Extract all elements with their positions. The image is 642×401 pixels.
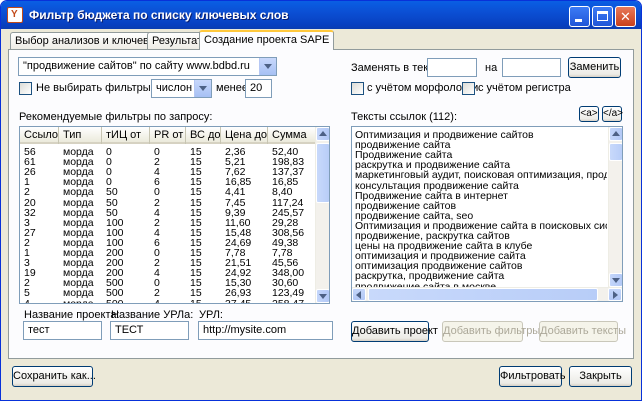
scroll-up-icon[interactable] (609, 127, 622, 141)
scroll-left-icon[interactable] (352, 288, 366, 301)
app-icon: Y (7, 7, 23, 23)
scroll-down-icon[interactable] (316, 289, 329, 303)
no-filters-label: Не выбирать фильтры с (36, 82, 160, 94)
save-as-button[interactable]: Сохранить как... (12, 366, 96, 387)
scroll-right-icon[interactable] (608, 288, 622, 301)
add-filters-button[interactable]: Добавить фильтры (442, 321, 540, 342)
table-cell: 500 (102, 298, 124, 304)
chevron-down-icon[interactable] (194, 80, 211, 97)
replace-from-input[interactable] (427, 58, 477, 77)
maximize-button[interactable] (592, 6, 613, 27)
minimize-icon (575, 19, 582, 22)
replace-button[interactable]: Заменить (568, 57, 621, 78)
minimize-button[interactable] (569, 6, 590, 27)
filters-table[interactable]: Ссылок Тип тИЦ от PR от ВС до Цена до Сумма 56… (19, 126, 330, 304)
case-checkbox[interactable] (462, 82, 475, 95)
chevron-down-icon[interactable] (259, 58, 276, 75)
table-cell: 4 (20, 298, 30, 304)
scroll-thumb[interactable] (316, 143, 329, 203)
url-input[interactable]: http://mysite.com (198, 321, 333, 340)
project-name-input[interactable]: тест (23, 321, 102, 340)
replace-to-label: на (485, 62, 498, 74)
column-header[interactable]: Сумма (268, 127, 316, 144)
scroll-thumb[interactable] (368, 288, 598, 301)
filters-table-header: Ссылок Тип тИЦ от PR от ВС до Цена до Сумма (20, 127, 316, 144)
morphology-checkbox[interactable] (351, 82, 364, 95)
add-texts-button[interactable]: Добавить тексты (539, 321, 626, 342)
add-project-button[interactable]: Добавить проект (351, 321, 438, 342)
project-name-label: Название проекта: (24, 309, 120, 321)
tab-create-sape-project[interactable]: Создание проекта SAPE (199, 30, 335, 50)
tag-close-button[interactable]: </a> (602, 106, 623, 122)
column-header[interactable]: Ссылок (20, 127, 59, 144)
url-name-label: Название УРЛа: (111, 309, 194, 321)
column-header[interactable]: ВС до (186, 127, 221, 144)
close-button[interactable]: Закрыть (569, 366, 632, 387)
maximize-icon (597, 11, 608, 21)
close-window-button[interactable]: ✕ (615, 6, 636, 27)
texts-horizontal-scrollbar[interactable] (352, 287, 622, 301)
filters-vertical-scrollbar[interactable] (315, 127, 329, 303)
less-label: менее (216, 82, 248, 94)
query-select[interactable]: "продвижение сайтов" по сайту www.bdbd.r… (18, 57, 277, 76)
column-header[interactable]: PR от (150, 127, 186, 144)
filter-button[interactable]: Фильтровать (499, 366, 565, 387)
table-row[interactable]: 4 морда 500 4 15 37,45 258,47 (20, 298, 316, 304)
case-label: с учётом регистра (478, 82, 571, 94)
column-header[interactable]: Тип (59, 127, 102, 144)
title-bar[interactable]: Y Фильтр бюджета по списку ключевых слов… (1, 1, 641, 29)
less-value-input[interactable]: 20 (245, 79, 272, 98)
filters-caption: Рекомендуемые фильтры по запросу: (19, 111, 213, 123)
app-window: Y Фильтр бюджета по списку ключевых слов… (0, 0, 642, 401)
metric-select[interactable]: числон ссылок (151, 79, 212, 98)
url-label: УРЛ: (199, 309, 223, 321)
url-name-input[interactable]: ТЕСТ (110, 321, 189, 340)
window-title: Фильтр бюджета по списку ключевых слов (29, 8, 289, 22)
scroll-up-icon[interactable] (316, 127, 329, 141)
table-cell: 37,45 (221, 298, 251, 304)
texts-vertical-scrollbar[interactable] (608, 127, 622, 287)
tag-open-button[interactable]: <a> (579, 106, 599, 122)
query-select-value: "продвижение сайтов" по сайту www.bdbd.r… (23, 60, 250, 72)
filters-table-body[interactable]: 56 морда 0 0 15 2,36 52,40 61 морда 0 2 15 5,21 198,8… (20, 146, 316, 303)
link-texts-list[interactable]: Оптимизация и продвижение сайтов продвиже… (355, 129, 607, 287)
link-texts-box[interactable]: Оптимизация и продвижение сайтов продвиже… (351, 126, 623, 302)
table-cell: морда (59, 298, 94, 304)
table-cell: 15 (186, 298, 202, 304)
table-cell: 4 (150, 298, 160, 304)
close-icon: ✕ (620, 9, 631, 24)
scroll-down-icon[interactable] (609, 273, 622, 287)
no-filters-checkbox[interactable] (19, 82, 32, 95)
texts-caption: Тексты ссылок (112): (351, 111, 458, 123)
column-header[interactable]: Цена до (221, 127, 268, 144)
column-header[interactable]: тИЦ от (102, 127, 150, 144)
replace-to-input[interactable] (502, 58, 561, 77)
table-cell: 258,47 (268, 298, 304, 304)
scroll-thumb[interactable] (609, 143, 622, 161)
